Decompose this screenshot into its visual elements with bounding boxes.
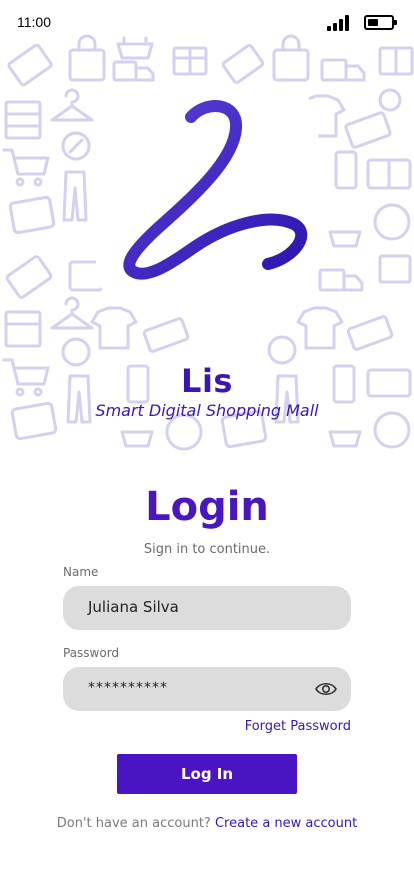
new-tag-icon [5,255,53,299]
new-tag-icon [7,43,53,87]
truck-icon [112,60,155,82]
battery-icon [364,15,397,30]
password-label: Password [63,646,120,660]
name-value: Juliana Silva [88,598,179,616]
percent-icon [267,335,297,365]
sale-tag-icon [373,203,411,241]
gift-icon [378,254,412,284]
cart-icon [2,148,50,187]
sale-tag-icon [221,44,265,84]
card-icon [366,158,412,190]
login-subtitle: Sign in to continue. [143,542,271,557]
create-account-link[interactable]: Create a new account [215,816,357,831]
hanger-icon [50,88,94,122]
gift-icon [378,46,414,76]
brand-name: Lis [181,362,233,400]
phone-icon [334,150,358,190]
eye-icon[interactable] [315,679,337,699]
signup-row: Don't have an account? Create a new acco… [0,816,414,831]
store-icon [4,100,42,140]
sale-tag-icon [165,413,203,451]
lis-logo [123,100,308,280]
hanger-icon [50,296,94,330]
store-icon [4,310,42,348]
wallet-icon [8,195,56,235]
no-account-text: Don't have an account? [56,816,211,831]
pants-icon [62,170,88,222]
status-time: 11:00 [17,14,51,30]
percent-icon [61,131,91,161]
shirt-icon [90,306,138,350]
card-icon [142,317,190,353]
password-field[interactable]: ********** [63,667,351,711]
login-button[interactable]: Log In [117,754,297,794]
basket-icon [328,430,362,448]
forgot-password-link[interactable]: Forget Password [245,719,351,734]
status-bar: 11:00 [0,0,414,44]
shirt-icon [296,306,344,350]
gift-icon [172,46,208,76]
brand-tagline: Smart Digital Shopping Mall [95,401,319,420]
battery-level [368,19,378,26]
password-value: ********** [88,680,168,696]
basket-icon [328,230,362,248]
cellular-signal-icon [327,15,351,31]
basket-icon [120,430,154,448]
truck-icon [318,268,364,292]
card-icon [346,315,394,351]
truck-icon [320,58,366,82]
login-title: Login [145,484,269,530]
name-field[interactable]: Juliana Silva [63,586,351,630]
percent-icon [378,88,402,112]
name-label: Name [63,565,99,579]
card-icon [344,111,392,149]
hero-banner: Lis Smart Digital Shopping Mall [0,0,414,452]
